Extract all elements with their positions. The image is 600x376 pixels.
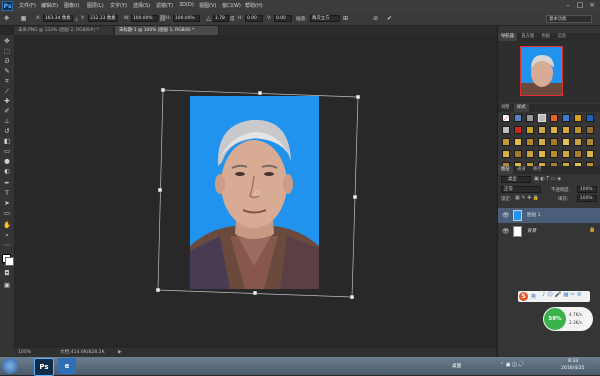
lock-icon: 🔒 bbox=[589, 227, 596, 233]
style-swatch[interactable] bbox=[526, 114, 534, 122]
layer-thumbnail bbox=[513, 226, 522, 237]
style-swatch[interactable] bbox=[562, 126, 570, 134]
style-swatch[interactable] bbox=[574, 150, 582, 158]
document-size: 文档:414.6K/828.2K bbox=[60, 350, 105, 355]
style-swatch[interactable] bbox=[550, 138, 558, 146]
layers-tabs: 图层 通道 路径 bbox=[498, 166, 600, 174]
browser-taskbar-icon[interactable]: e bbox=[58, 358, 76, 374]
style-swatch[interactable] bbox=[562, 138, 570, 146]
tab-channels[interactable]: 通道 bbox=[514, 166, 529, 174]
lock-label: 锁定: bbox=[501, 197, 512, 202]
fill-field[interactable]: 100% bbox=[577, 195, 597, 202]
zoom-level[interactable]: 100% bbox=[18, 348, 31, 357]
tab-info[interactable]: 信息 bbox=[555, 33, 570, 41]
layer-filter-select[interactable]: 类型 bbox=[501, 176, 531, 183]
status-bar: 100% 文档:414.6K/828.2K ▶ bbox=[14, 348, 496, 357]
lock-icons[interactable]: ▦ ✎ ✥ 🔒 bbox=[515, 195, 539, 201]
status-arrow-icon[interactable]: ▶ bbox=[118, 348, 122, 357]
layer-name[interactable]: 图层 1 bbox=[527, 212, 541, 218]
windows-taskbar: Ps e 桌面 ⌃ ▣ ◫ 🔊 8:33 2016/4/25 bbox=[0, 357, 600, 376]
tab-adjustments[interactable]: 调整 bbox=[498, 104, 513, 112]
layer-row[interactable]: 👁 背景 🔒 bbox=[498, 224, 600, 239]
tray-icons[interactable]: ⌃ ▣ ◫ 🔊 bbox=[500, 362, 525, 368]
tab-layers[interactable]: 图层 bbox=[498, 166, 513, 174]
style-swatch[interactable] bbox=[538, 138, 546, 146]
tab-swatches[interactable]: 色板 bbox=[539, 33, 554, 41]
style-swatch[interactable] bbox=[502, 138, 510, 146]
opacity-label: 不透明度: bbox=[551, 188, 571, 193]
style-swatch[interactable] bbox=[514, 138, 522, 146]
style-swatch[interactable] bbox=[550, 114, 558, 122]
style-swatch[interactable] bbox=[586, 150, 594, 158]
layer-name[interactable]: 背景 bbox=[527, 228, 536, 234]
style-swatch[interactable] bbox=[574, 126, 582, 134]
tab-paths[interactable]: 路径 bbox=[530, 166, 545, 174]
ime-logo[interactable]: S bbox=[519, 292, 528, 301]
style-swatch[interactable] bbox=[526, 126, 534, 134]
eye-icon[interactable]: 👁 bbox=[502, 212, 510, 219]
opacity-field[interactable]: 100% bbox=[577, 186, 597, 193]
style-swatch[interactable] bbox=[538, 126, 546, 134]
layer-thumbnail bbox=[513, 210, 522, 221]
style-swatch[interactable] bbox=[574, 114, 582, 122]
eye-icon[interactable]: 👁 bbox=[502, 228, 510, 235]
style-swatch[interactable] bbox=[502, 126, 510, 134]
style-swatch[interactable] bbox=[550, 150, 558, 158]
navigator-preview[interactable] bbox=[498, 41, 600, 103]
style-swatch[interactable] bbox=[538, 114, 546, 122]
style-swatch[interactable] bbox=[562, 114, 570, 122]
right-panels: 导航器 直方图 色板 信息 调整 样式 图层 通道 路径 类型 ▣ ◐ T ▭ … bbox=[497, 26, 600, 357]
fill-label: 填充: bbox=[558, 197, 569, 202]
style-swatch[interactable] bbox=[514, 114, 522, 122]
desktop-label[interactable]: 桌面 bbox=[452, 363, 461, 369]
navigator-tabs: 导航器 直方图 色板 信息 bbox=[498, 33, 600, 41]
ime-mode[interactable]: 英 bbox=[531, 293, 536, 300]
layer-row-selected[interactable]: 👁 图层 1 bbox=[498, 208, 600, 223]
style-swatch[interactable] bbox=[574, 138, 582, 146]
speed-widget: 59% 4.7K/s 2.3K/s bbox=[543, 307, 593, 331]
style-swatch[interactable] bbox=[514, 150, 522, 158]
styles-tabs: 调整 样式 bbox=[498, 104, 600, 112]
clock-time[interactable]: 8:33 bbox=[568, 359, 578, 364]
layer-filter-icons[interactable]: ▣ ◐ T ▭ ◈ bbox=[534, 176, 561, 182]
tab-navigator[interactable]: 导航器 bbox=[498, 33, 517, 41]
style-swatch[interactable] bbox=[526, 138, 534, 146]
style-none-swatch[interactable] bbox=[502, 114, 510, 122]
speed-percent[interactable]: 59% bbox=[544, 308, 566, 330]
style-swatch[interactable] bbox=[550, 126, 558, 134]
navigator-view-box[interactable] bbox=[520, 46, 563, 96]
ime-toolbar: S 英 ♪ ☺ 🎤 ▦ ✂ ⚙ bbox=[518, 291, 590, 302]
style-swatch[interactable] bbox=[526, 150, 534, 158]
upload-speed: 4.7K/s bbox=[569, 312, 582, 317]
blend-mode-select[interactable]: 正常 bbox=[501, 186, 541, 193]
style-swatch[interactable] bbox=[562, 150, 570, 158]
photoshop-taskbar-icon[interactable]: Ps bbox=[34, 358, 54, 376]
tab-styles[interactable]: 样式 bbox=[513, 104, 529, 112]
style-swatch[interactable] bbox=[586, 114, 594, 122]
ime-tool-icons[interactable]: ♪ ☺ 🎤 ▦ ✂ ⚙ bbox=[542, 292, 582, 298]
style-swatch[interactable] bbox=[538, 150, 546, 158]
style-swatch[interactable] bbox=[586, 126, 594, 134]
style-swatch[interactable] bbox=[502, 150, 510, 158]
style-swatch[interactable] bbox=[514, 126, 522, 134]
clock-date[interactable]: 2016/4/25 bbox=[561, 366, 585, 371]
download-speed: 2.3K/s bbox=[569, 320, 582, 325]
style-swatch[interactable] bbox=[586, 138, 594, 146]
navigator-thumbnail bbox=[521, 55, 562, 95]
tab-histogram[interactable]: 直方图 bbox=[518, 33, 537, 41]
start-button[interactable] bbox=[2, 358, 18, 374]
